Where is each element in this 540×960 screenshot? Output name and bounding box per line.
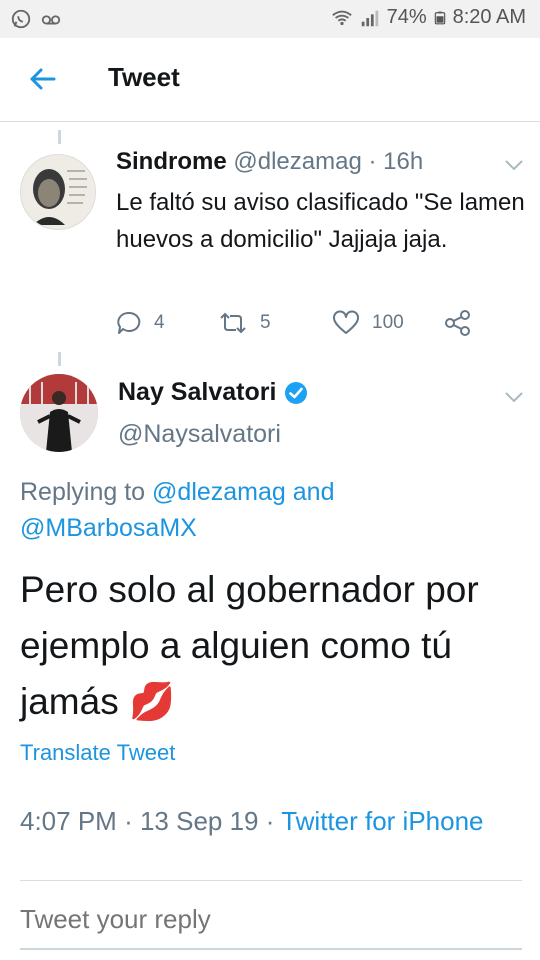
thread-line-connector xyxy=(58,352,61,366)
tweet2-text-body: Pero solo al gobernador por ejemplo a al… xyxy=(20,569,479,722)
like-action[interactable]: 100 xyxy=(332,310,404,336)
retweet-action[interactable]: 5 xyxy=(218,310,271,336)
heart-icon xyxy=(333,310,359,334)
reply-mention-and[interactable]: and xyxy=(293,478,335,506)
tweet2-text: Pero solo al gobernador por ejemplo a al… xyxy=(20,562,530,730)
tweet2-handle[interactable]: @Naysalvatori xyxy=(118,420,281,449)
replying-prefix: Replying to xyxy=(20,478,146,506)
back-arrow-icon[interactable] xyxy=(28,64,58,94)
tweet1-menu-chevron-icon[interactable] xyxy=(504,158,524,172)
tweet2-time: 4:07 PM xyxy=(20,806,117,836)
reply-mention-mbarbosamx[interactable]: @MBarbosaMX xyxy=(20,514,197,542)
battery-percent: 74% xyxy=(386,6,427,28)
share-icon xyxy=(445,310,470,336)
signal-icon xyxy=(361,10,378,26)
thread-line-top xyxy=(58,130,61,144)
status-bar: 74% 8:20 AM xyxy=(0,0,540,38)
replying-to: Replying to @dlezamag and @MBarbosaMX xyxy=(20,474,520,546)
reply-icon xyxy=(117,311,141,334)
retweet-icon xyxy=(220,312,246,334)
status-time: 8:20 AM xyxy=(452,6,526,28)
reply-mention-dlezamag[interactable]: @dlezamag xyxy=(152,478,286,506)
status-bar-right: 74% 8:20 AM xyxy=(331,6,526,29)
tweet2-date: 13 Sep 19 xyxy=(139,806,259,836)
tweet2-meta-sep-1: · xyxy=(124,806,133,836)
lips-emoji: 💋 xyxy=(128,681,176,722)
wifi-icon xyxy=(331,10,352,25)
reply-count: 4 xyxy=(154,312,165,333)
tweet1-text: Le faltó su aviso clasificado "Se lamen … xyxy=(116,189,525,253)
retweet-count: 5 xyxy=(260,312,271,333)
avatar-nay-salvatori[interactable] xyxy=(20,374,98,452)
tweet2-author-name[interactable]: Nay Salvatori xyxy=(118,378,276,407)
tweet1-actions: 4 5 100 xyxy=(116,310,476,340)
tweet1-header: Sindrome @dlezamag · 16h xyxy=(116,148,423,176)
share-action[interactable] xyxy=(444,310,472,336)
verified-badge-icon xyxy=(285,381,308,404)
avatar-sindrome[interactable] xyxy=(20,154,96,230)
page-title: Tweet xyxy=(108,62,180,92)
tweet2-source[interactable]: Twitter for iPhone xyxy=(281,806,483,836)
top-app-bar: Tweet xyxy=(0,38,540,122)
battery-icon xyxy=(434,11,445,24)
tweet1-handle[interactable]: @dlezamag xyxy=(233,148,361,175)
tweet2-author-line: Nay Salvatori xyxy=(118,378,308,407)
tweet2-menu-chevron-icon[interactable] xyxy=(504,390,524,404)
reply-input-underline xyxy=(20,948,522,950)
avatar-sindrome-image xyxy=(21,155,95,229)
voicemail-icon xyxy=(41,15,61,25)
tweet2-meta: 4:07 PM · 13 Sep 19 · Twitter for iPhone xyxy=(20,806,484,837)
like-count: 100 xyxy=(372,312,404,333)
avatar-nay-salvatori-image xyxy=(20,374,98,452)
reply-input[interactable] xyxy=(20,904,522,935)
whatsapp-icon xyxy=(11,9,31,29)
tweet1-author-name[interactable]: Sindrome xyxy=(116,148,227,175)
status-bar-left xyxy=(10,8,62,30)
translate-tweet-link[interactable]: Translate Tweet xyxy=(20,740,175,766)
divider xyxy=(20,880,522,881)
tweet1-time: 16h xyxy=(383,148,424,175)
tweet2-meta-sep-2: · xyxy=(265,806,275,836)
tweet1-time-sep: · xyxy=(368,148,377,175)
reply-action[interactable]: 4 xyxy=(116,310,165,336)
